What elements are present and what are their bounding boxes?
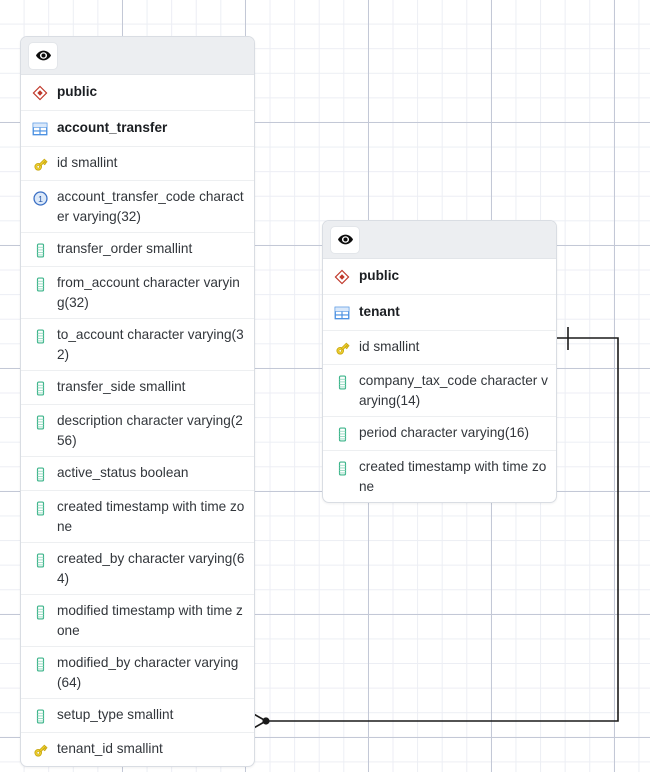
column-label: created_by character varying(64) [57,551,245,586]
column-row[interactable]: company_tax_code character varying(14) [323,365,556,417]
column-icon [30,654,50,674]
entity-schema-row[interactable]: public [323,259,556,295]
column-label: id smallint [57,155,118,170]
column-icon [30,498,50,518]
column-row[interactable]: modified timestamp with time zone [21,595,254,647]
column-label: created timestamp with time zone [57,499,245,534]
column-icon [30,378,50,398]
schema-name: public [359,268,400,283]
primary-key-icon [30,154,50,174]
entity-tenant[interactable]: public tenant id smallint company_tax_co… [322,220,557,503]
column-row[interactable]: tenant_id smallint [21,733,254,766]
column-icon [30,602,50,622]
column-row[interactable]: created timestamp with time zone [21,491,254,543]
column-icon [332,372,352,392]
column-label: account_transfer_code character varying(… [57,189,244,224]
column-row[interactable]: 1 account_transfer_code character varyin… [21,181,254,233]
column-icon [30,464,50,484]
entity-table-row[interactable]: tenant [323,295,556,331]
svg-text:1: 1 [38,193,43,203]
table-name: tenant [359,304,400,319]
column-row[interactable]: transfer_order smallint [21,233,254,267]
column-icon [332,458,352,478]
column-row[interactable]: transfer_side smallint [21,371,254,405]
entity-table-row[interactable]: account_transfer [21,111,254,147]
column-icon [30,706,50,726]
column-row[interactable]: setup_type smallint [21,699,254,733]
column-label: active_status boolean [57,465,189,480]
primary-key-icon [332,338,352,358]
foreign-key-icon [30,740,50,760]
table-name: account_transfer [57,120,168,135]
column-icon [30,274,50,294]
schema-diamond-icon [332,267,352,287]
table-grid-icon [332,303,352,323]
visibility-toggle-button[interactable] [28,41,58,70]
column-row[interactable]: created timestamp with time zone [323,451,556,502]
column-row[interactable]: to_account character varying(32) [21,319,254,371]
column-label: period character varying(16) [359,425,530,440]
column-row[interactable]: period character varying(16) [323,417,556,451]
column-row[interactable]: description character varying(256) [21,405,254,457]
column-label: company_tax_code character varying(14) [359,373,548,408]
column-icon [30,412,50,432]
column-icon [30,240,50,260]
column-row[interactable]: id smallint [323,331,556,365]
column-label: transfer_order smallint [57,241,193,256]
column-row[interactable]: modified_by character varying(64) [21,647,254,699]
eye-icon [35,50,51,61]
column-icon [332,424,352,444]
eye-icon [337,234,353,245]
column-label: from_account character varying(32) [57,275,240,310]
entity-account-transfer[interactable]: public account_transfer id smallint 1 ac… [20,36,255,767]
column-icon [30,326,50,346]
visibility-toggle-button[interactable] [330,225,360,254]
column-label: description character varying(256) [57,413,243,448]
schema-diamond-icon [30,83,50,103]
column-label: modified timestamp with time zone [57,603,243,638]
column-label: created timestamp with time zone [359,459,547,494]
column-label: setup_type smallint [57,707,174,722]
entity-header-tenant[interactable] [323,221,556,259]
schema-name: public [57,84,98,99]
column-label: transfer_side smallint [57,379,186,394]
column-row[interactable]: active_status boolean [21,457,254,491]
unique-index-icon: 1 [30,188,50,208]
column-icon [30,550,50,570]
entity-schema-row[interactable]: public [21,75,254,111]
column-label: tenant_id smallint [57,741,163,756]
column-label: id smallint [359,339,420,354]
entity-header-account-transfer[interactable] [21,37,254,75]
column-row[interactable]: from_account character varying(32) [21,267,254,319]
column-label: modified_by character varying(64) [57,655,239,690]
table-grid-icon [30,119,50,139]
column-row[interactable]: id smallint [21,147,254,181]
column-row[interactable]: created_by character varying(64) [21,543,254,595]
column-label: to_account character varying(32) [57,327,244,362]
